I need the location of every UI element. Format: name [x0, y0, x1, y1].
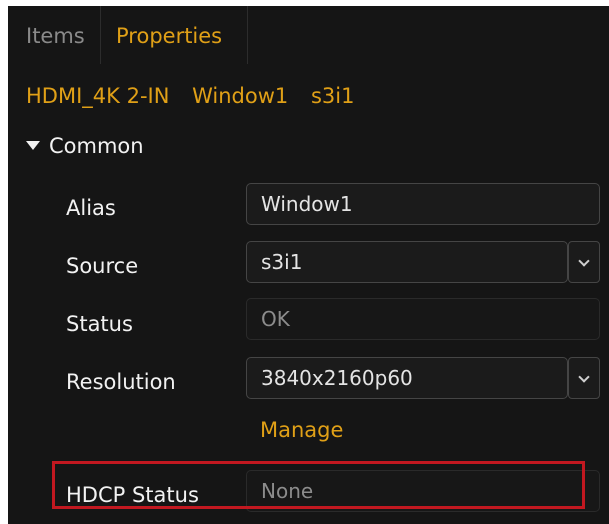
hdcp-status-highlight [52, 461, 585, 509]
source-dropdown-button[interactable] [568, 241, 600, 283]
manage-link[interactable]: Manage [260, 418, 343, 442]
breadcrumb-source: s3i1 [310, 84, 355, 108]
section-common-header[interactable]: Common [26, 134, 144, 158]
caret-down-icon [26, 141, 40, 150]
resolution-select[interactable]: 3840x2160p60 [246, 357, 568, 399]
resolution-label: Resolution [66, 370, 176, 394]
alias-input[interactable]: Window1 [246, 183, 600, 225]
chevron-down-icon [578, 371, 590, 383]
status-label: Status [66, 312, 133, 336]
breadcrumb: HDMI_4K 2-IN Window1 s3i1 [26, 84, 370, 108]
tab-properties[interactable]: Properties [102, 6, 248, 64]
tab-bar: Items Properties [8, 6, 609, 64]
chevron-down-icon [578, 255, 590, 267]
resolution-dropdown-button[interactable] [568, 357, 600, 399]
source-label: Source [66, 254, 139, 278]
alias-label: Alias [66, 196, 116, 220]
breadcrumb-device: HDMI_4K 2-IN [26, 84, 170, 108]
status-field: OK [246, 298, 600, 340]
breadcrumb-window: Window1 [192, 84, 289, 108]
source-select[interactable]: s3i1 [246, 241, 568, 283]
tab-items[interactable]: Items [8, 6, 101, 64]
properties-panel: Items Properties HDMI_4K 2-IN Window1 s3… [8, 6, 609, 524]
section-common-title: Common [49, 134, 144, 158]
